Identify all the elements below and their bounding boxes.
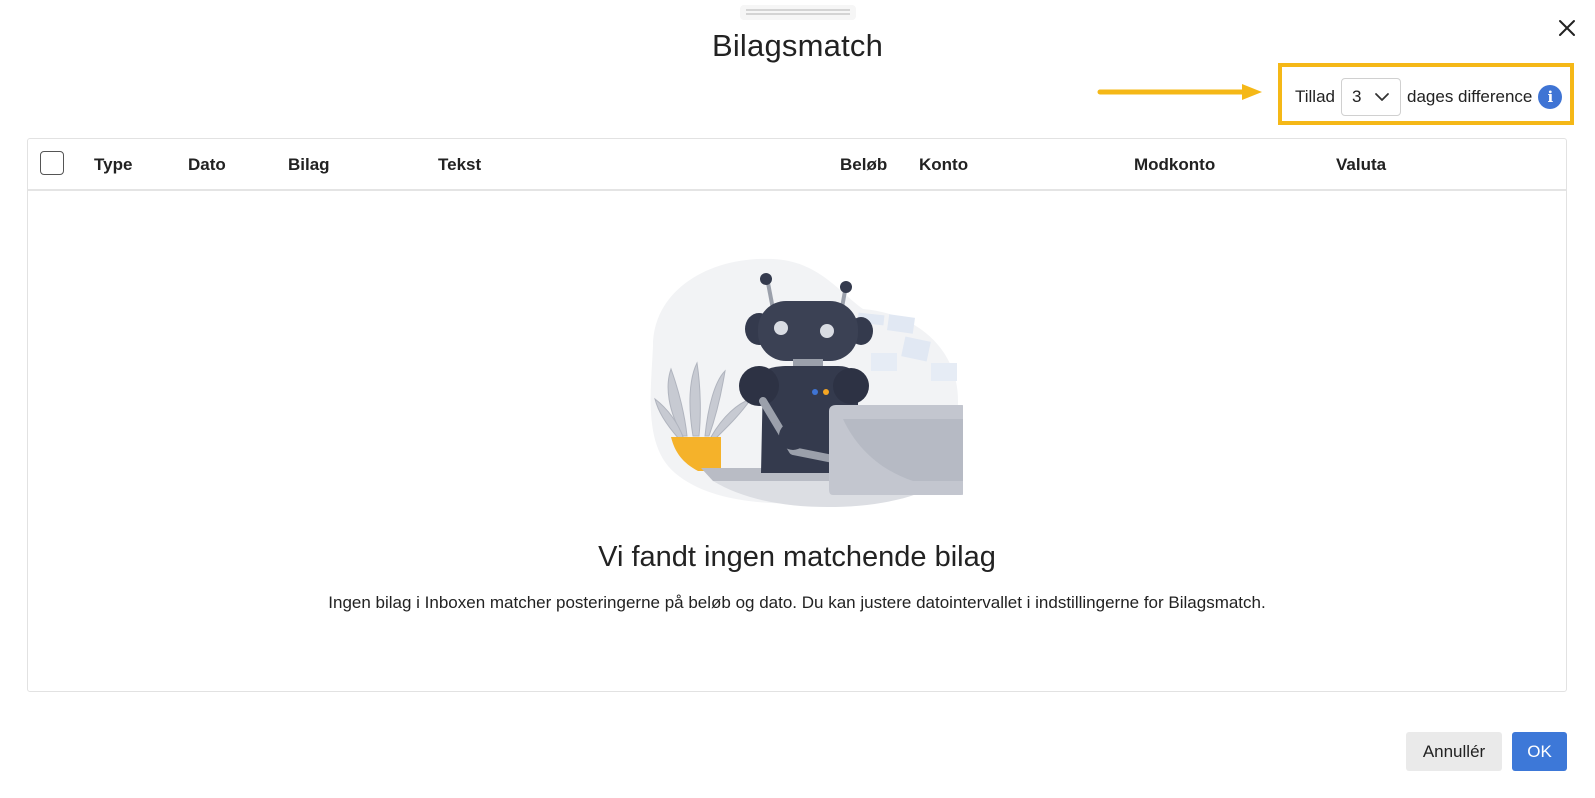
close-icon bbox=[1559, 20, 1575, 36]
cancel-button[interactable]: Annullér bbox=[1406, 732, 1502, 771]
match-table: Type Dato Bilag Tekst Beløb Konto Modkon… bbox=[27, 138, 1567, 692]
select-all-checkbox[interactable] bbox=[40, 151, 64, 175]
day-tolerance-value: 3 bbox=[1352, 87, 1362, 106]
column-header-amount[interactable]: Beløb bbox=[840, 155, 887, 175]
ok-button[interactable]: OK bbox=[1512, 732, 1567, 771]
column-header-date[interactable]: Dato bbox=[188, 155, 226, 175]
column-header-type[interactable]: Type bbox=[94, 155, 132, 175]
empty-state-description: Ingen bilag i Inboxen matcher posteringe… bbox=[328, 593, 1266, 612]
drag-handle[interactable] bbox=[740, 5, 856, 20]
close-button[interactable] bbox=[1553, 14, 1581, 42]
dialog-title: Bilagsmatch bbox=[711, 28, 884, 63]
table-header: Type Dato Bilag Tekst Beløb Konto Modkon… bbox=[28, 139, 1566, 191]
tolerance-label-after: dages difference bbox=[1407, 87, 1533, 106]
column-header-text[interactable]: Tekst bbox=[438, 155, 481, 175]
info-icon[interactable]: i bbox=[1538, 85, 1563, 109]
column-header-voucher[interactable]: Bilag bbox=[288, 155, 330, 175]
column-header-counter-account[interactable]: Modkonto bbox=[1134, 155, 1215, 175]
bilagsmatch-dialog: Bilagsmatch Tillad 3 dages difference i … bbox=[0, 0, 1595, 798]
arrow-annotation bbox=[1097, 84, 1262, 100]
robot-illustration bbox=[650, 258, 963, 507]
empty-state-title: Vi fandt ingen matchende bilag bbox=[598, 541, 996, 573]
column-header-account[interactable]: Konto bbox=[919, 155, 968, 175]
day-tolerance-control: Tillad 3 dages difference i bbox=[1295, 77, 1563, 117]
day-tolerance-select[interactable]: 3 bbox=[1341, 78, 1401, 116]
tolerance-label-before: Tillad bbox=[1295, 87, 1335, 106]
chevron-down-icon bbox=[1375, 93, 1389, 101]
column-header-currency[interactable]: Valuta bbox=[1336, 155, 1386, 175]
